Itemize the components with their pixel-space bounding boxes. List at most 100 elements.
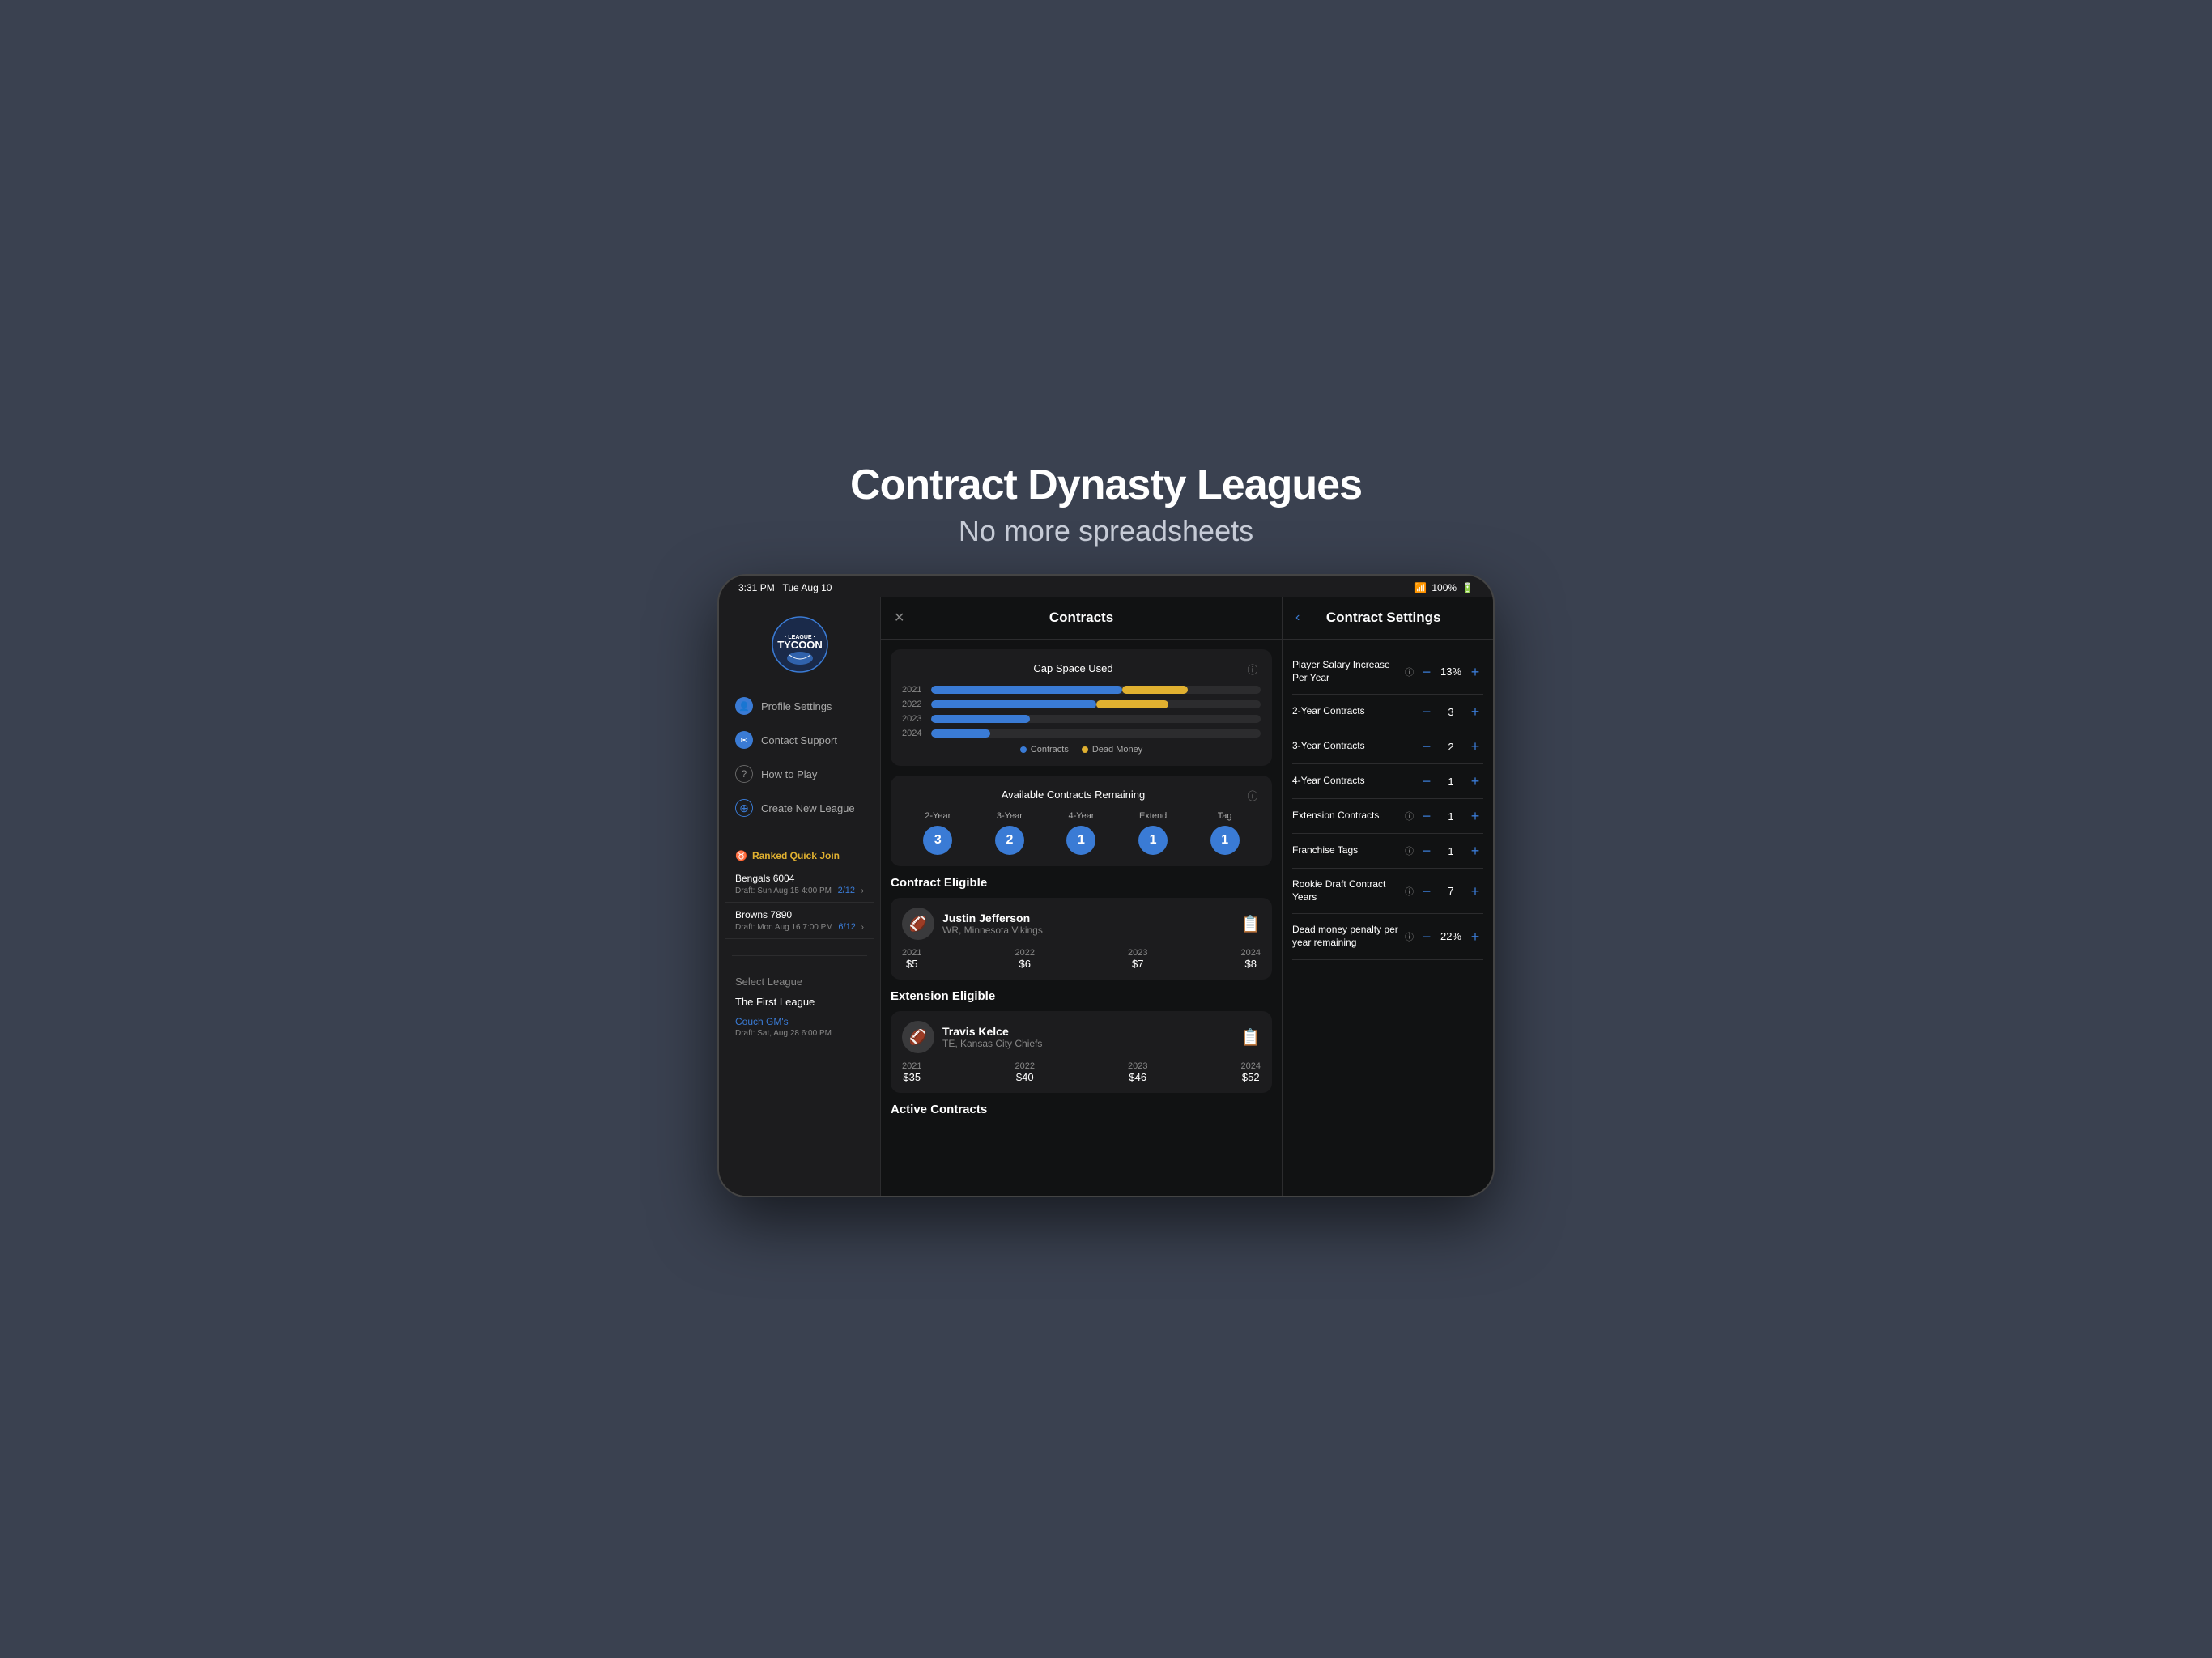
setting-value-dead-money: 22% [1440, 930, 1462, 942]
setting-info-franchise[interactable]: ⓘ [1405, 844, 1414, 857]
setting-minus-two-year[interactable]: − [1419, 704, 1435, 719]
setting-minus-salary-increase[interactable]: − [1419, 665, 1435, 679]
bar-contracts-2022 [931, 700, 1096, 708]
setting-plus-franchise[interactable]: + [1467, 844, 1483, 858]
setting-controls-two-year: −3+ [1419, 704, 1483, 719]
bar-row-2022: 2022 [902, 699, 1261, 709]
contract-col-3year: 3-Year 2 [995, 811, 1024, 855]
sidebar-item-howto-label: How to Play [761, 768, 817, 780]
player-avatar-jefferson: 🏈 [902, 908, 934, 940]
player-name-jefferson: Justin Jefferson [942, 912, 1232, 925]
bar-contracts-2021 [931, 686, 1122, 694]
player-name-kelce: Travis Kelce [942, 1025, 1232, 1038]
sidebar-item-support-label: Contact Support [761, 734, 837, 746]
couch-gm-meta: Draft: Sat, Aug 28 6:00 PM [725, 1029, 874, 1044]
ipad-shell: 3:31 PM Tue Aug 10 📶 100% 🔋 · LEAGUE · T… [717, 574, 1495, 1197]
ranked-section: ♉ Ranked Quick Join Bengals 6004 Draft: … [719, 845, 880, 946]
player-card-jefferson: 🏈 Justin Jefferson WR, Minnesota Vikings… [891, 898, 1272, 980]
setting-row-two-year: 2-Year Contracts −3+ [1292, 695, 1483, 729]
couch-gm-link[interactable]: Couch GM's [725, 1014, 874, 1029]
bar-contracts-2023 [931, 715, 1030, 723]
setting-plus-three-year[interactable]: + [1467, 739, 1483, 754]
middle-panel: ✕ Contracts Cap Space Used ⓘ 2021 [881, 597, 1283, 1196]
sidebar-item-support[interactable]: ✉ Contact Support [725, 723, 874, 757]
contract-col-tag: Tag 1 [1210, 811, 1240, 855]
setting-controls-franchise: −1+ [1419, 844, 1483, 858]
back-button[interactable]: ‹ [1295, 610, 1300, 625]
ranked-header: ♉ Ranked Quick Join [725, 845, 874, 866]
sidebar-item-howto[interactable]: ? How to Play [725, 757, 874, 791]
close-button[interactable]: ✕ [894, 610, 904, 626]
player-years-kelce: 2021 $35 2022 $40 2023 $46 2024 [902, 1061, 1261, 1083]
setting-row-extension: Extension Contractsⓘ−1+ [1292, 799, 1483, 834]
cap-space-card: Cap Space Used ⓘ 2021 [891, 649, 1272, 766]
player-avatar-kelce: 🏈 [902, 1021, 934, 1053]
question-icon: ? [735, 765, 753, 783]
sidebar-nav: 👤 Profile Settings ✉ Contact Support ? H… [719, 689, 880, 825]
battery-icon: 🔋 [1461, 582, 1474, 593]
setting-minus-dead-money[interactable]: − [1419, 929, 1435, 944]
setting-controls-rookie-draft: −7+ [1419, 884, 1483, 899]
extension-eligible-header: Extension Eligible [891, 989, 1272, 1003]
contract-col-extend: Extend 1 [1138, 811, 1168, 855]
envelope-icon: ✉ [735, 731, 753, 749]
middle-panel-header: ✕ Contracts [881, 597, 1282, 640]
ranked-item-browns[interactable]: Browns 7890 Draft: Mon Aug 16 7:00 PM 6/… [725, 903, 874, 939]
setting-label-dead-money: Dead money penalty per year remaining [1292, 924, 1400, 949]
setting-controls-four-year: −1 + [1419, 774, 1483, 789]
setting-row-four-year: 4-Year Contracts−1 + [1292, 764, 1483, 799]
player-contract-button-jefferson[interactable]: 📋 [1240, 914, 1261, 934]
sidebar-item-profile[interactable]: 👤 Profile Settings [725, 689, 874, 723]
setting-minus-extension[interactable]: − [1419, 809, 1435, 823]
ranked-item-bengals[interactable]: Bengals 6004 Draft: Sun Aug 15 4:00 PM 2… [725, 866, 874, 903]
available-contracts-info-icon[interactable]: ⓘ [1244, 787, 1261, 803]
contracts-grid: 2-Year 3 3-Year 2 4-Year 1 Extend [902, 811, 1261, 855]
setting-minus-franchise[interactable]: − [1419, 844, 1435, 858]
setting-value-four-year: 1 [1440, 776, 1462, 788]
bar-legend: Contracts Dead Money [902, 745, 1261, 755]
setting-minus-rookie-draft[interactable]: − [1419, 884, 1435, 899]
cap-space-info-icon[interactable]: ⓘ [1244, 661, 1261, 677]
setting-plus-rookie-draft[interactable]: + [1467, 884, 1483, 899]
player-pos-jefferson: WR, Minnesota Vikings [942, 925, 1232, 936]
setting-plus-four-year[interactable]: + [1467, 774, 1483, 789]
plus-circle-icon: ⊕ [735, 799, 753, 817]
bar-contracts-2024 [931, 729, 990, 738]
setting-info-extension[interactable]: ⓘ [1405, 810, 1414, 823]
bar-dead-2021 [1122, 686, 1188, 694]
setting-value-salary-increase: 13% [1440, 665, 1462, 678]
setting-label-rookie-draft: Rookie Draft Contract Years [1292, 878, 1400, 903]
setting-info-rookie-draft[interactable]: ⓘ [1405, 885, 1414, 898]
player-contract-button-kelce[interactable]: 📋 [1240, 1027, 1261, 1048]
setting-plus-extension[interactable]: + [1467, 809, 1483, 823]
setting-row-three-year: 3-Year Contracts−2+ [1292, 729, 1483, 764]
setting-minus-three-year[interactable]: − [1419, 739, 1435, 754]
battery-level: 100% [1431, 582, 1457, 593]
app-body: · LEAGUE · TYCOON 👤 Profile Settings ✉ C… [719, 597, 1493, 1196]
select-league-section: Select League The First League Couch GM'… [719, 966, 880, 1048]
chevron-right-icon: › [861, 886, 864, 895]
setting-plus-dead-money[interactable]: + [1467, 929, 1483, 944]
active-contracts-header: Active Contracts [891, 1103, 1272, 1116]
sidebar-item-create-label: Create New League [761, 802, 855, 814]
status-bar: 3:31 PM Tue Aug 10 📶 100% 🔋 [719, 576, 1493, 597]
setting-controls-extension: −1+ [1419, 809, 1483, 823]
setting-info-dead-money[interactable]: ⓘ [1405, 930, 1414, 943]
setting-plus-two-year[interactable]: + [1467, 704, 1483, 719]
middle-panel-title: Contracts [1049, 610, 1113, 626]
player-years-jefferson: 2021 $5 2022 $6 2023 $7 2024 [902, 948, 1261, 970]
setting-label-two-year: 2-Year Contracts [1292, 705, 1414, 718]
setting-info-salary-increase[interactable]: ⓘ [1405, 665, 1414, 678]
setting-plus-salary-increase[interactable]: + [1467, 665, 1483, 679]
setting-controls-three-year: −2 + [1419, 739, 1483, 754]
setting-value-three-year: 2 [1440, 741, 1462, 753]
setting-minus-four-year[interactable]: − [1419, 774, 1435, 789]
contract-col-2year: 2-Year 3 [923, 811, 952, 855]
status-time: 3:31 PM Tue Aug 10 [738, 582, 832, 593]
setting-row-salary-increase: Player Salary Increase Per Yearⓘ−13%+ [1292, 649, 1483, 695]
profile-icon: 👤 [735, 697, 753, 715]
setting-label-four-year: 4-Year Contracts [1292, 775, 1414, 788]
sidebar-item-create[interactable]: ⊕ Create New League [725, 791, 874, 825]
sidebar: · LEAGUE · TYCOON 👤 Profile Settings ✉ C… [719, 597, 881, 1196]
league-name: The First League [725, 994, 874, 1014]
